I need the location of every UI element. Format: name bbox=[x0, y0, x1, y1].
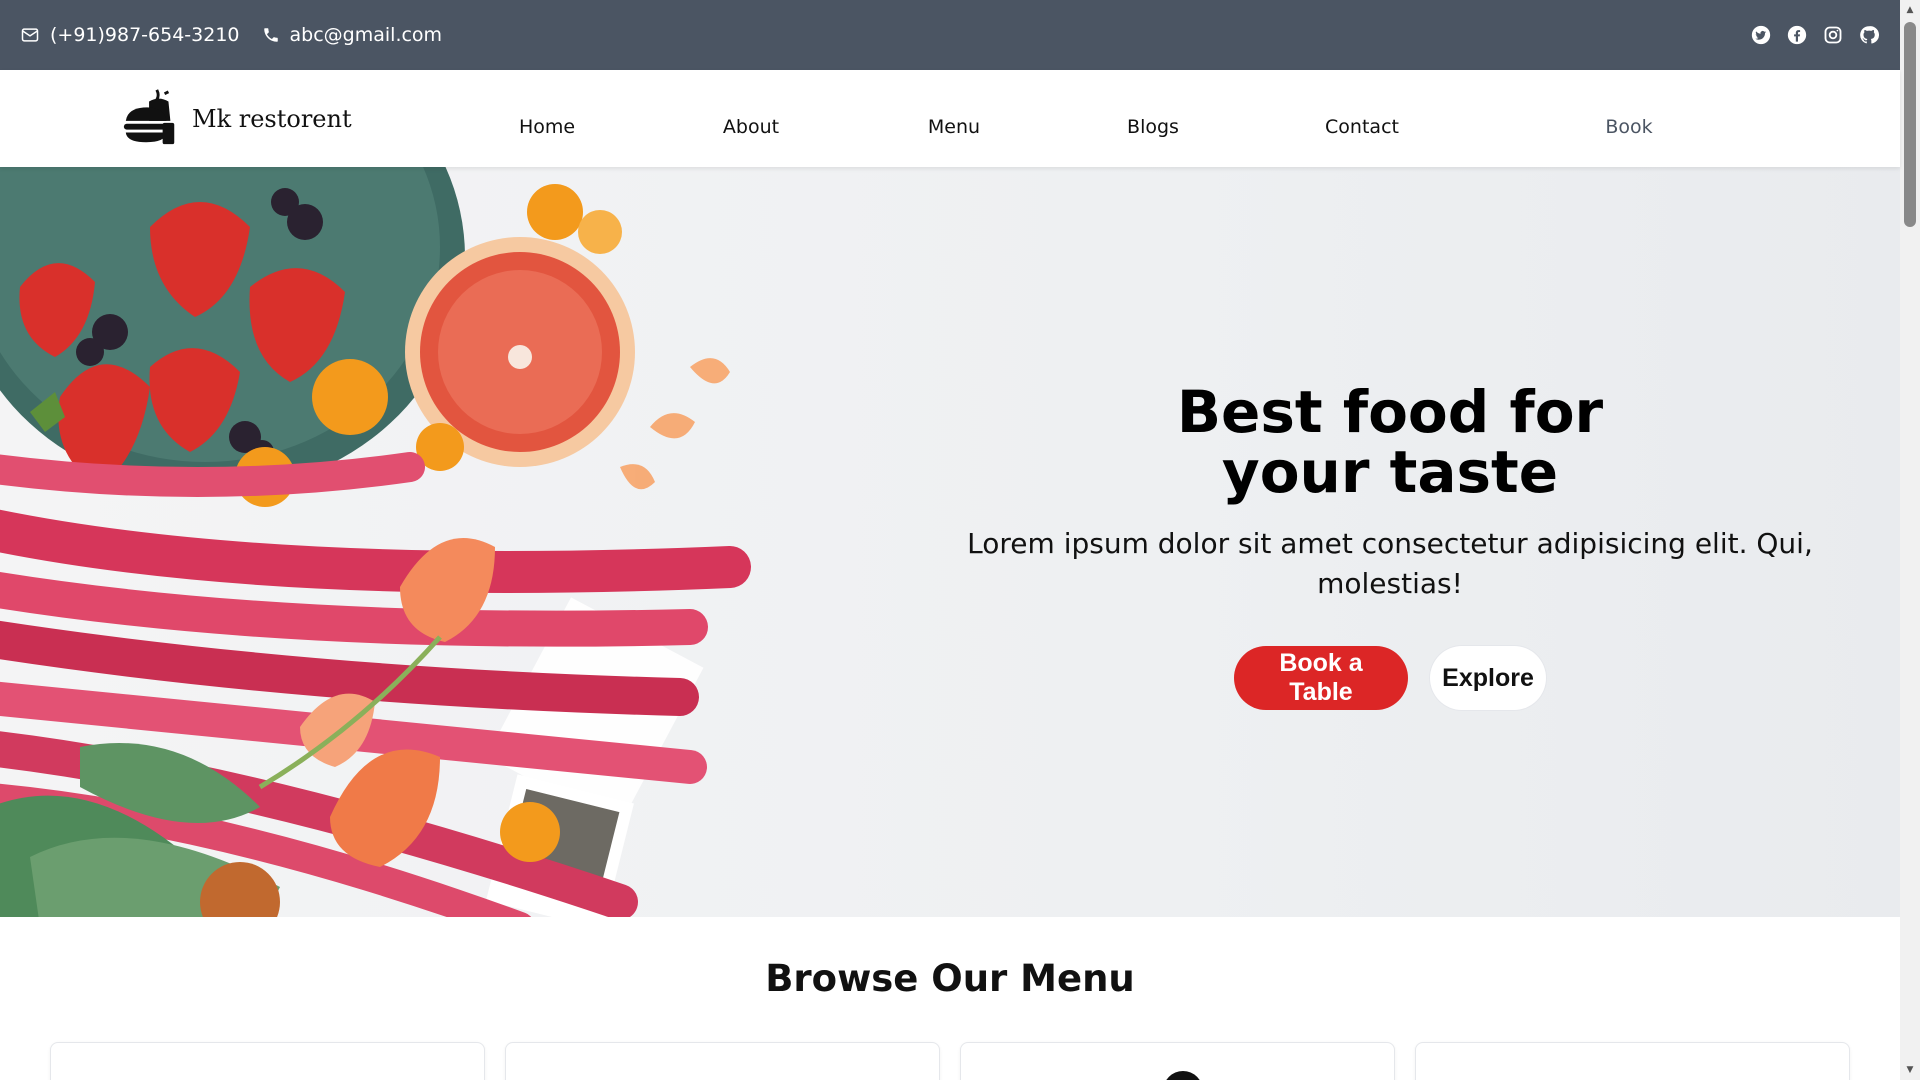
nav-about[interactable]: About bbox=[723, 116, 779, 138]
explore-button[interactable]: Explore bbox=[1430, 646, 1546, 710]
email-contact[interactable]: abc@gmail.com bbox=[262, 24, 443, 46]
menu-card[interactable] bbox=[960, 1042, 1395, 1080]
phone-number: (+91)987-654-3210 bbox=[50, 24, 240, 46]
hero-section: Best food for your taste Lorem ipsum dol… bbox=[0, 167, 1900, 917]
scroll-down-arrow-icon[interactable]: ▼ bbox=[1904, 1064, 1916, 1076]
scrollbar-thumb[interactable] bbox=[1904, 22, 1916, 227]
hero-actions: Book a Table Explore bbox=[960, 646, 1820, 710]
page-scrollbar[interactable]: ▲ ▼ bbox=[1900, 0, 1920, 1080]
instagram-icon[interactable] bbox=[1822, 24, 1844, 46]
burger-logo-icon bbox=[120, 86, 182, 152]
section-title: Browse Our Menu bbox=[765, 957, 1135, 1000]
book-table-button[interactable]: Book a Table bbox=[1234, 646, 1408, 710]
main-navbar: Mk restorent Home About Menu Blogs Conta… bbox=[0, 70, 1900, 167]
nav-menu[interactable]: Menu bbox=[928, 116, 980, 138]
brand-logo-link[interactable]: Mk restorent bbox=[120, 86, 352, 152]
scroll-up-arrow-icon[interactable]: ▲ bbox=[1904, 4, 1916, 16]
menu-card-icon bbox=[1163, 1071, 1203, 1080]
top-contact-bar: (+91)987-654-3210 abc@gmail.com bbox=[0, 0, 1900, 70]
phone-contact[interactable]: (+91)987-654-3210 bbox=[20, 24, 240, 46]
mail-icon bbox=[20, 25, 40, 45]
nav-contact[interactable]: Contact bbox=[1325, 116, 1399, 138]
menu-card[interactable] bbox=[50, 1042, 485, 1080]
browse-menu-section: Browse Our Menu bbox=[0, 917, 1900, 1080]
nav-book[interactable]: Book bbox=[1605, 116, 1652, 138]
contact-info: (+91)987-654-3210 abc@gmail.com bbox=[20, 24, 442, 46]
nav-home[interactable]: Home bbox=[519, 116, 575, 138]
menu-card[interactable] bbox=[505, 1042, 940, 1080]
hero-title-line-1: Best food for bbox=[1176, 378, 1604, 446]
hero-title: Best food for your taste bbox=[960, 382, 1820, 502]
facebook-icon[interactable] bbox=[1786, 24, 1808, 46]
menu-card[interactable] bbox=[1415, 1042, 1850, 1080]
phone-icon bbox=[262, 26, 280, 44]
nav-blogs[interactable]: Blogs bbox=[1127, 116, 1179, 138]
email-address: abc@gmail.com bbox=[289, 24, 443, 46]
hero-content: Best food for your taste Lorem ipsum dol… bbox=[960, 382, 1820, 710]
github-icon[interactable] bbox=[1858, 24, 1880, 46]
twitter-icon[interactable] bbox=[1750, 24, 1772, 46]
hero-subtitle: Lorem ipsum dolor sit amet consectetur a… bbox=[967, 527, 1813, 600]
brand-name: Mk restorent bbox=[192, 105, 352, 133]
hero-title-line-2: your taste bbox=[1221, 438, 1559, 506]
hero-food-image bbox=[0, 167, 751, 917]
social-links bbox=[1750, 24, 1880, 46]
